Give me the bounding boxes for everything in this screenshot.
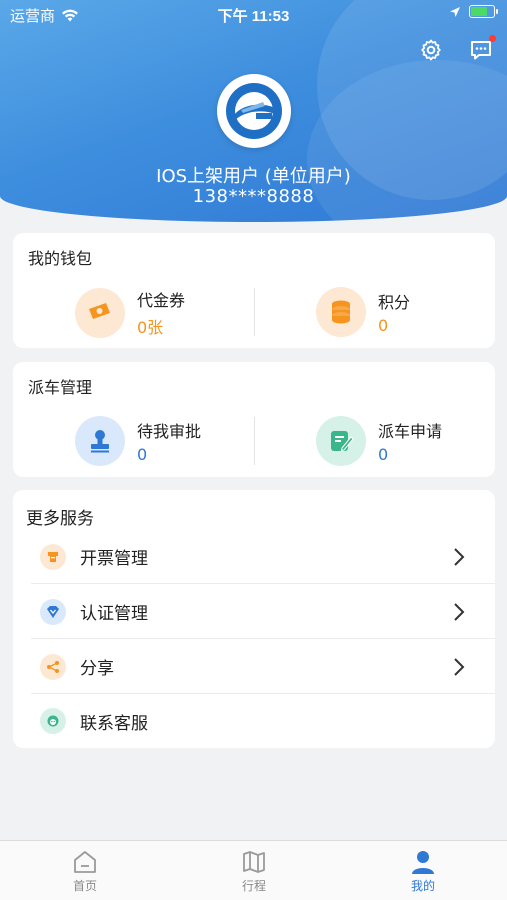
approval-stamp-icon — [75, 416, 125, 466]
tab-label: 首页 — [72, 879, 97, 893]
service-item-certification[interactable]: 认证管理 — [31, 585, 495, 639]
user-name: IOS上架用户 (单位用户) — [156, 166, 351, 187]
invoice-icon — [40, 543, 66, 570]
battery-icon — [469, 5, 498, 18]
user-phone: 138****8888 — [192, 186, 315, 207]
chevron-right-icon — [454, 603, 465, 621]
location-arrow-icon — [450, 6, 460, 17]
certification-icon — [40, 598, 66, 625]
points-value: 0 — [378, 316, 389, 335]
voucher-label: 代金券 — [137, 291, 186, 310]
coins-icon — [316, 287, 366, 337]
tab-label: 行程 — [241, 879, 266, 893]
dispatch-application-count: 0 — [378, 445, 389, 464]
divider — [254, 417, 255, 465]
voucher-count: 0张 — [137, 318, 164, 337]
service-item-invoice[interactable]: 开票管理 — [31, 530, 495, 584]
dispatch-card: 派车管理 待我审批 0 派车申请 0 — [13, 362, 495, 477]
tab-mine[interactable]: 我的 — [383, 849, 463, 894]
pending-approval-stat[interactable]: 待我审批 0 — [75, 416, 201, 466]
wallet-title: 我的钱包 — [28, 249, 93, 268]
application-form-icon — [316, 416, 366, 466]
services-card: 更多服务 开票管理 认证管理 分享 联系客服 — [13, 490, 495, 748]
service-item-customer-service[interactable]: 联系客服 — [31, 694, 495, 748]
message-icon[interactable] — [469, 35, 496, 62]
tab-bar: 首页 行程 我的 — [0, 840, 507, 900]
avatar[interactable] — [217, 74, 291, 148]
profile-icon — [412, 851, 434, 874]
service-label: 分享 — [80, 659, 114, 679]
customer-service-icon — [40, 708, 66, 734]
service-label: 认证管理 — [80, 604, 148, 624]
home-icon — [74, 851, 96, 873]
chevron-right-icon — [454, 658, 465, 676]
wallet-card: 我的钱包 代金券 0张 积分 0 — [13, 233, 495, 348]
map-icon — [243, 851, 265, 873]
pending-approval-count: 0 — [137, 445, 148, 464]
service-label: 联系客服 — [80, 713, 148, 734]
service-label: 开票管理 — [80, 549, 148, 569]
profile-header: 运营商 下午 11:53 IOS上架用户 (单位用户) 138****8888 — [0, 0, 507, 222]
dispatch-title: 派车管理 — [28, 378, 93, 397]
settings-gear-icon[interactable] — [419, 38, 443, 62]
tab-home[interactable]: 首页 — [45, 849, 125, 894]
services-title: 更多服务 — [26, 509, 94, 529]
points-stat[interactable]: 积分 0 — [316, 287, 410, 337]
status-bar: 运营商 下午 11:53 — [0, 0, 507, 28]
voucher-icon — [75, 287, 125, 338]
dispatch-application-label: 派车申请 — [378, 422, 443, 441]
unread-badge — [489, 35, 496, 42]
service-item-share[interactable]: 分享 — [31, 640, 495, 694]
divider — [254, 288, 255, 336]
share-icon — [40, 653, 66, 680]
points-label: 积分 — [378, 293, 411, 312]
tab-label: 我的 — [410, 879, 435, 893]
pending-approval-label: 待我审批 — [137, 422, 202, 441]
tab-trips[interactable]: 行程 — [214, 849, 294, 894]
voucher-stat[interactable]: 代金券 0张 — [75, 287, 185, 338]
dispatch-application-stat[interactable]: 派车申请 0 — [316, 416, 442, 466]
company-logo-icon — [226, 83, 282, 139]
status-time: 下午 11:53 — [217, 8, 290, 25]
chevron-right-icon — [454, 548, 465, 566]
